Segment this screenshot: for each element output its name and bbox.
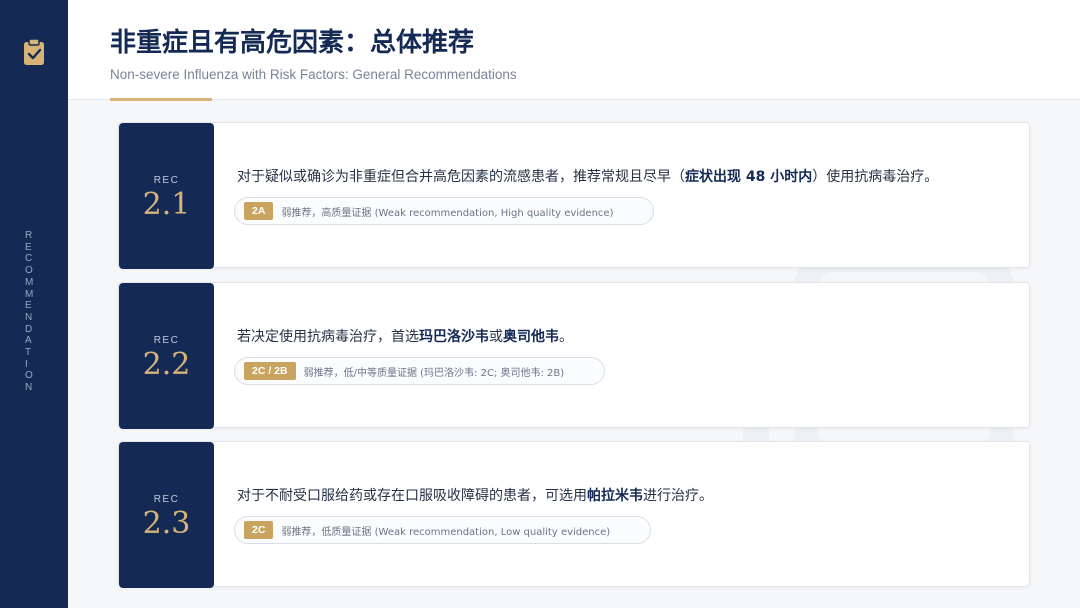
evidence-text: 弱推荐，低/中等质量证据 (玛巴洛沙韦: 2C; 奥司他韦: 2B) xyxy=(303,367,565,379)
rec-number: 2.1 xyxy=(142,187,191,222)
sidebar-vertical-label: RECOMMENDATION xyxy=(25,230,36,394)
page-subtitle: Non-severe Influenza with Risk Factors: … xyxy=(110,67,517,82)
text-segment: 。 xyxy=(559,329,573,345)
rec-number: 2.2 xyxy=(142,347,191,382)
evidence-pill: 2C 弱推荐，低质量证据 (Weak recommendation, Low q… xyxy=(234,516,652,544)
evidence-text: 弱推荐，高质量证据 (Weak recommendation, High qua… xyxy=(281,207,614,219)
grade-badge: 2C / 2B xyxy=(244,362,296,380)
rec-number: 2.3 xyxy=(142,506,191,541)
evidence-pill: 2A 弱推荐，高质量证据 (Weak recommendation, High … xyxy=(234,197,655,225)
recommendation-text: 若决定使用抗病毒治疗，首选玛巴洛沙韦或奥司他韦。 xyxy=(237,326,573,346)
clipboard-check-icon xyxy=(24,38,44,65)
recommendation-text: 对于不耐受口服给药或存在口服吸收障碍的患者，可选用帕拉米韦进行治疗。 xyxy=(237,485,713,505)
evidence-text: 弱推荐，低质量证据 (Weak recommendation, Low qual… xyxy=(281,526,611,538)
text-segment: 或 xyxy=(489,329,503,345)
text-emphasis: 帕拉米韦 xyxy=(587,488,643,504)
header-divider xyxy=(68,99,1080,100)
recommendation-card-2-2: REC 2.2 若决定使用抗病毒治疗，首选玛巴洛沙韦或奥司他韦。 2C / 2B… xyxy=(118,282,1030,429)
grade-badge: 2C xyxy=(244,521,274,539)
page-header: 非重症且有高危因素：总体推荐 Non-severe Influenza with… xyxy=(68,0,1080,101)
evidence-pill: 2C / 2B 弱推荐，低/中等质量证据 (玛巴洛沙韦: 2C; 奥司他韦: 2… xyxy=(234,357,606,385)
rec-label: REC xyxy=(153,494,180,505)
page-title: 非重症且有高危因素：总体推荐 xyxy=(110,28,475,58)
text-segment: 对于疑似或确诊为非重症但合并高危因素的流感患者，推荐常规且尽早（ xyxy=(237,169,685,185)
text-emphasis: 症状出现 48 小时内 xyxy=(685,169,813,185)
rec-label: REC xyxy=(153,175,180,186)
text-segment: 对于不耐受口服给药或存在口服吸收障碍的患者，可选用 xyxy=(237,488,587,504)
header-accent-bar xyxy=(110,98,212,101)
recommendation-text: 对于疑似或确诊为非重症但合并高危因素的流感患者，推荐常规且尽早（症状出现 48 … xyxy=(237,166,938,186)
rec-number-box: REC 2.3 xyxy=(119,442,214,588)
rec-label: REC xyxy=(153,335,180,346)
text-segment: 若决定使用抗病毒治疗，首选 xyxy=(237,329,419,345)
recommendation-card-2-1: REC 2.1 对于疑似或确诊为非重症但合并高危因素的流感患者，推荐常规且尽早（… xyxy=(118,122,1030,269)
grade-badge: 2A xyxy=(244,202,274,220)
text-segment: ）使用抗病毒治疗。 xyxy=(812,169,939,185)
rec-number-box: REC 2.1 xyxy=(119,123,214,269)
text-emphasis: 玛巴洛沙韦 xyxy=(419,329,489,345)
text-segment: 进行治疗。 xyxy=(643,488,713,504)
rec-number-box: REC 2.2 xyxy=(119,283,214,429)
sidebar: RECOMMENDATION xyxy=(0,0,68,608)
recommendation-card-2-3: REC 2.3 对于不耐受口服给药或存在口服吸收障碍的患者，可选用帕拉米韦进行治… xyxy=(118,441,1030,588)
text-emphasis: 奥司他韦 xyxy=(503,329,559,345)
